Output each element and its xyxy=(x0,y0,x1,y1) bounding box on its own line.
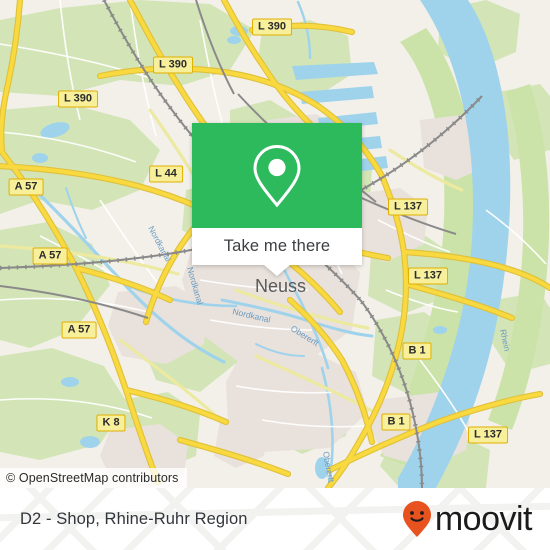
road-shield: L 137 xyxy=(388,198,428,216)
road-shield: A 57 xyxy=(8,178,44,196)
city-label-neuss: Neuss xyxy=(255,276,306,296)
osm-attribution[interactable]: © OpenStreetMap contributors xyxy=(0,468,187,488)
road-shield: K 8 xyxy=(96,414,126,432)
moovit-wordmark: moovit xyxy=(434,500,533,538)
road-shield: L 390 xyxy=(58,90,98,108)
callout-icon-area xyxy=(192,123,362,228)
moovit-pin-smiley-icon xyxy=(402,501,431,537)
screenshot-root: Rhein Nordkanal Nordkanal Nordkanal Ober… xyxy=(0,0,550,550)
road-shield: L 44 xyxy=(149,165,183,183)
road-shield: L 390 xyxy=(153,56,193,74)
road-shield: L 390 xyxy=(252,18,292,36)
map-canvas[interactable]: Rhein Nordkanal Nordkanal Nordkanal Ober… xyxy=(0,0,550,488)
take-me-there-label: Take me there xyxy=(223,237,331,255)
map-pin-icon xyxy=(253,144,301,207)
road-shield: A 57 xyxy=(32,247,68,265)
take-me-there-callout[interactable]: Take me there xyxy=(192,123,362,276)
callout-pointer xyxy=(264,265,290,276)
road-shield: L 137 xyxy=(408,267,448,285)
place-title: D2 - Shop, Rhine-Ruhr Region xyxy=(20,509,248,528)
callout-action-area[interactable]: Take me there xyxy=(192,228,362,265)
footer-bar: D2 - Shop, Rhine-Ruhr Region moovit xyxy=(0,488,550,550)
road-shield: B 1 xyxy=(381,413,411,431)
road-shield: B 1 xyxy=(402,342,432,360)
osm-attribution-text: © OpenStreetMap contributors xyxy=(6,471,179,485)
road-shield: A 57 xyxy=(61,321,97,339)
road-shield: L 137 xyxy=(468,426,508,444)
moovit-logo: moovit xyxy=(402,500,533,538)
